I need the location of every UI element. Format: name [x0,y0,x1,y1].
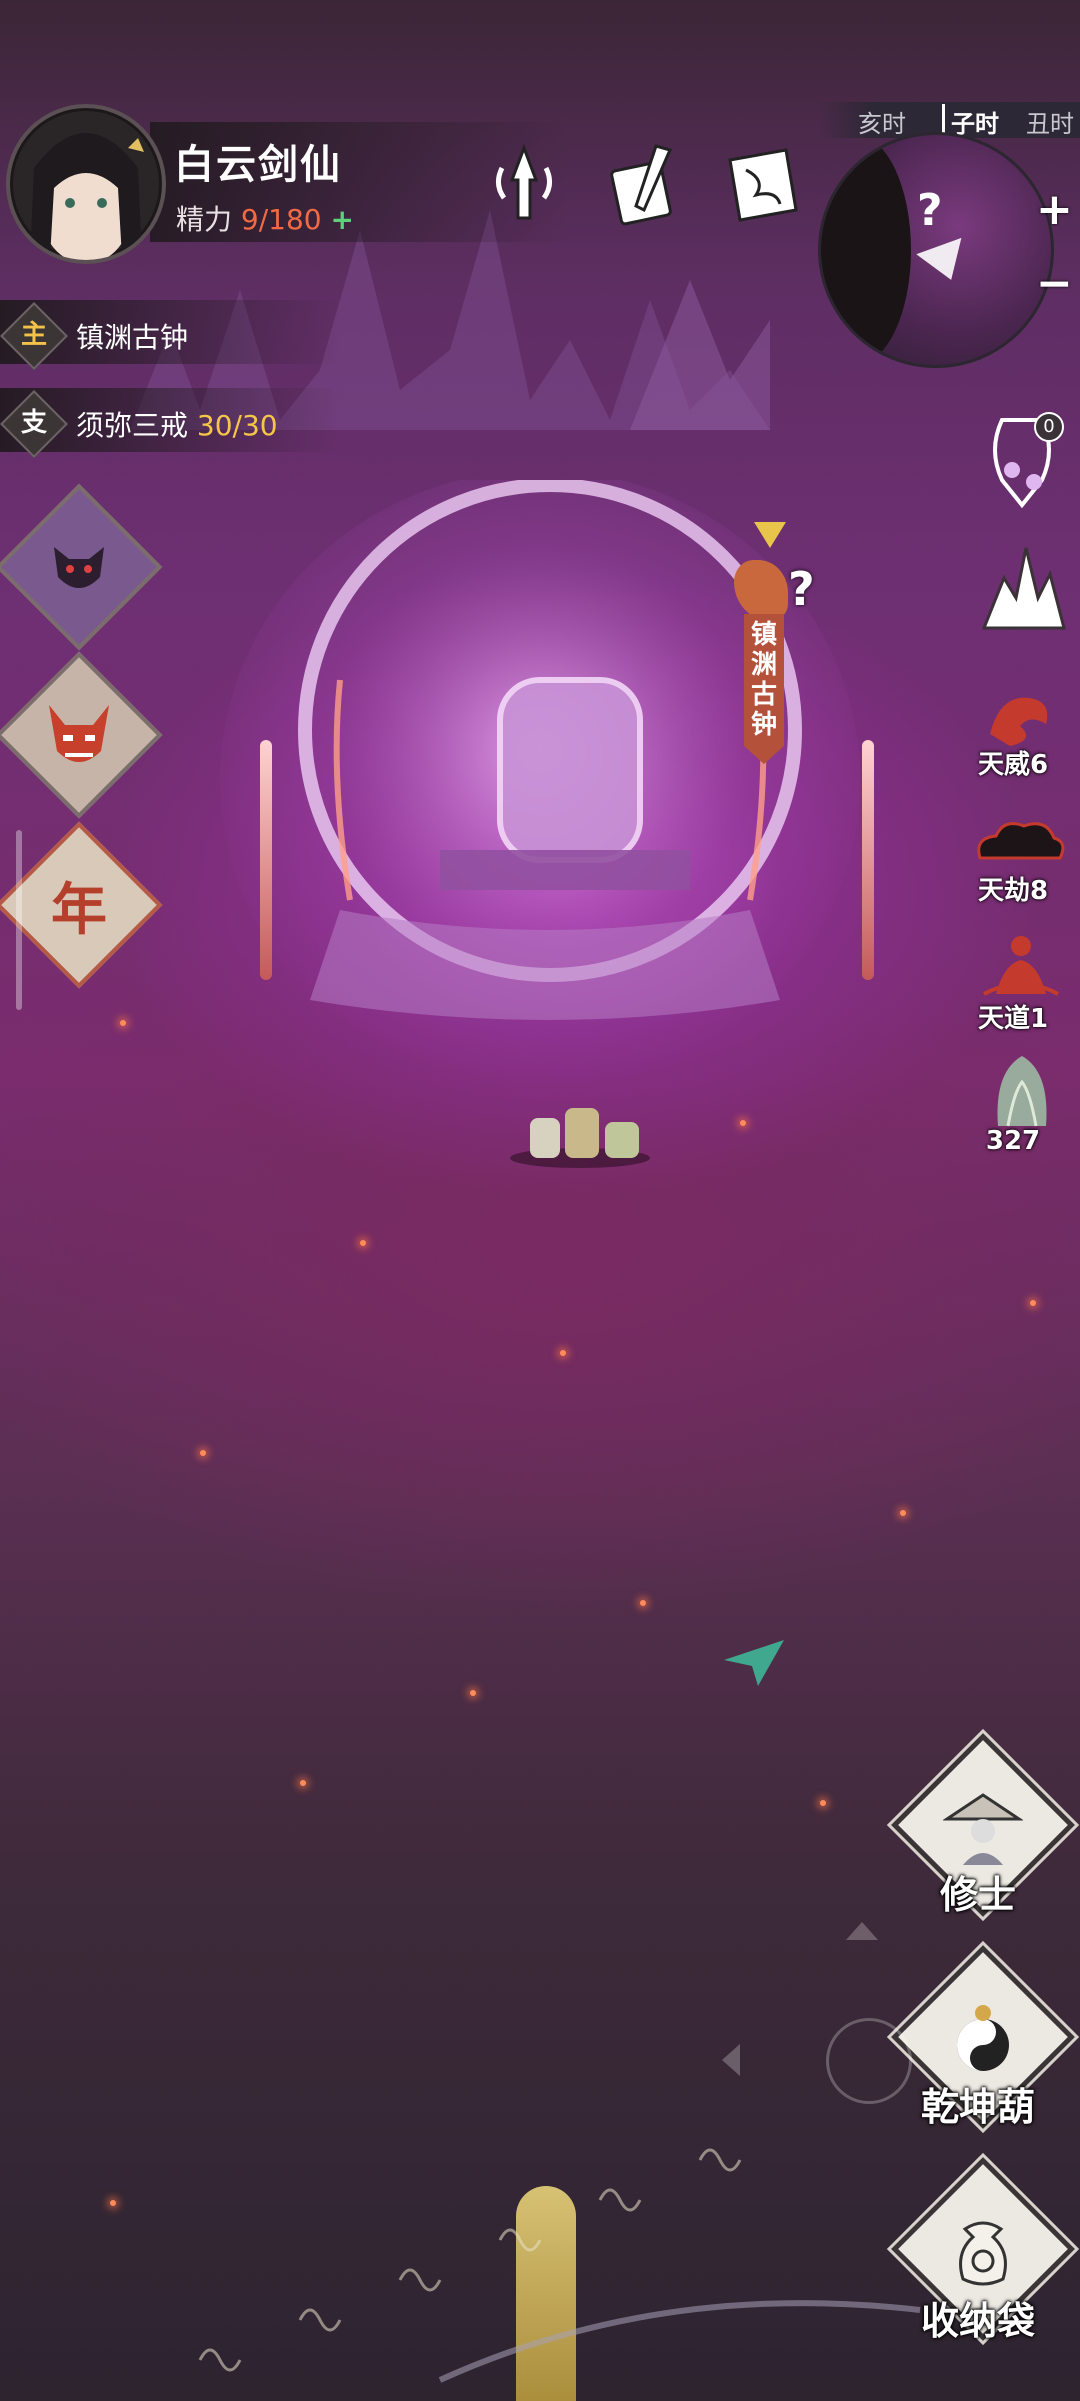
boss-marker-arrow-icon [754,522,786,548]
heaven-dao-label: 天道1 [977,1004,1049,1034]
stamina-label: 精力 [176,203,233,236]
player-avatar[interactable] [6,104,166,264]
joystick-left-icon [722,2044,740,2076]
time-prev: 亥时 [858,110,906,138]
time-next: 丑时 [1026,110,1074,138]
zoom-out-button[interactable]: − [1036,258,1073,309]
sword-tomb-icon[interactable] [484,140,564,230]
stamina-add-button[interactable]: + [331,203,354,236]
cloud-icon[interactable] [970,812,1070,872]
side-quest-tag: 支 [20,408,47,438]
cultivator-label: 修士 [939,1873,1016,1917]
zoom-in-button[interactable]: + [1036,184,1073,235]
main-quest-tag: 主 [20,320,47,350]
scroll-brush-icon[interactable] [596,140,676,230]
direction-pointer-icon [724,1640,784,1686]
stamina-value: 9/180 [240,203,322,236]
pillar-right [862,740,874,980]
heaven-might-label: 天威6 [977,750,1049,780]
peak-icon[interactable] [974,538,1070,638]
boss-unknown-mark: ? [788,562,815,616]
boss-name: 镇渊古钟 [750,620,777,740]
minimap-unknown-marker: ? [917,185,943,236]
spirit-count-label: 327 [985,1126,1041,1156]
minimap[interactable]: ? [818,132,1054,368]
player-name: 白云剑仙 [174,142,342,188]
glowing-runes [198,2148,921,2383]
meditation-icon[interactable] [976,930,1066,1000]
map-scroll-icon[interactable] [716,140,798,230]
ghost-icon[interactable] [984,1052,1060,1128]
year-icon: 年 [51,876,107,943]
bell-count-badge: 0 [1034,412,1064,442]
joystick-up-icon [846,1922,878,1940]
pillar-left [260,740,272,980]
side-quest-text: 须弥三戒 30/30 [76,404,278,444]
oni-mask-button[interactable] [0,651,163,819]
player-position-icon [916,237,974,289]
side-quest-title: 须弥三戒 [76,409,189,442]
left-panel-scrollbar[interactable] [16,830,22,1010]
main-quest-title: 镇渊古钟 [76,321,189,354]
bell-notice-button[interactable]: 0 [982,410,1064,520]
heaven-tribulation-label: 天劫8 [977,876,1049,906]
player-party-sprite[interactable] [510,1108,650,1178]
new-year-event-button[interactable]: 年 [0,821,163,989]
side-quest-progress: 30/30 [196,409,278,442]
stamina-readout: 精力 9/180 + [176,198,354,238]
demon-mask-icon [24,512,134,622]
oni-mask-icon [24,680,134,790]
demon-mask-button[interactable] [0,483,163,651]
